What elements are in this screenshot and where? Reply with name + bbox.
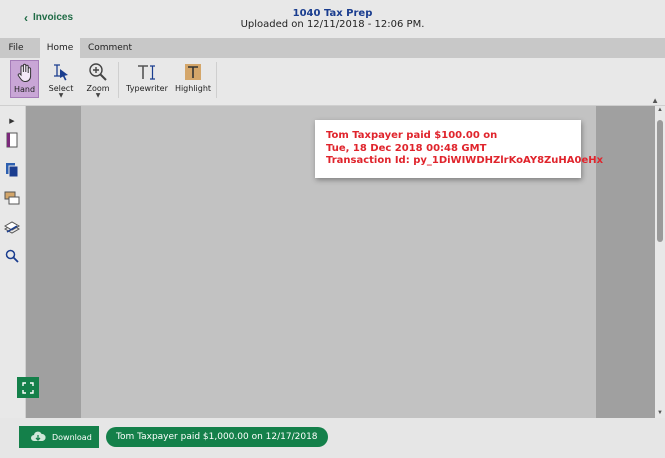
document-subtitle: Uploaded on 12/11/2018 - 12:06 PM. xyxy=(240,19,425,30)
zoom-dropdown-caret-icon: ▼ xyxy=(95,92,101,99)
cloud-download-icon xyxy=(31,431,46,441)
ribbon-toolbar: Hand Select ▼ Zoom ▼ Typewriter Highligh… xyxy=(0,58,665,106)
hand-tool-button[interactable]: Hand xyxy=(10,60,39,98)
typewriter-label: Typewriter xyxy=(126,84,168,93)
zoom-icon xyxy=(84,60,112,84)
bottom-action-bar: Download Tom Taxpayer paid $1,000.00 on … xyxy=(0,418,665,458)
highlight-label: Highlight xyxy=(174,84,212,93)
ribbon-divider xyxy=(118,62,119,98)
select-tool-button[interactable]: Select ▼ xyxy=(46,60,76,99)
zoom-tool-button[interactable]: Zoom ▼ xyxy=(84,60,112,99)
select-dropdown-caret-icon: ▼ xyxy=(58,92,64,99)
expand-arrow-icon[interactable]: ▶ xyxy=(4,116,20,126)
pages-icon[interactable] xyxy=(4,132,20,148)
hand-icon xyxy=(11,61,38,85)
scrollbar-thumb[interactable] xyxy=(657,120,663,242)
scroll-down-arrow-icon[interactable]: ▼ xyxy=(655,410,665,416)
search-icon[interactable] xyxy=(4,248,20,264)
download-button[interactable]: Download xyxy=(19,426,99,448)
tab-file[interactable]: File xyxy=(0,38,32,58)
comments-icon[interactable] xyxy=(4,190,20,206)
document-title: 1040 Tax Prep xyxy=(292,8,373,19)
scroll-up-arrow-icon[interactable]: ▲ xyxy=(655,107,665,113)
top-header: ‹ Invoices 1040 Tax Prep Uploaded on 12/… xyxy=(0,0,665,38)
left-tool-rail: ▶ xyxy=(0,106,26,418)
typewriter-tool-button[interactable]: Typewriter xyxy=(124,60,170,98)
payment-receipt-stamp: Tom Taxpayer paid $100.00 on Tue, 18 Dec… xyxy=(315,120,604,178)
highlight-icon xyxy=(174,60,212,84)
receipt-line-1: Tom Taxpayer paid $100.00 on xyxy=(326,130,498,141)
vertical-scrollbar[interactable]: ▲ ▼ xyxy=(655,106,665,418)
receipt-line-3: Transaction Id: py_1DiWIWDHZlrKoAY8ZuHA0… xyxy=(326,155,604,166)
tab-comment[interactable]: Comment xyxy=(84,38,136,58)
tab-home[interactable]: Home xyxy=(40,38,80,58)
highlight-tool-button[interactable]: Highlight xyxy=(174,60,212,98)
layers-icon[interactable] xyxy=(4,220,20,236)
collapse-ribbon-icon[interactable]: ▲ xyxy=(651,96,659,105)
fullscreen-icon xyxy=(22,381,34,394)
download-label: Download xyxy=(52,432,92,442)
typewriter-icon xyxy=(124,60,170,84)
receipt-line-2: Tue, 18 Dec 2018 00:48 GMT xyxy=(326,142,487,154)
select-cursor-icon xyxy=(46,60,76,84)
copy-pages-icon[interactable] xyxy=(4,162,20,178)
ribbon-divider xyxy=(216,62,217,98)
payment-status-badge: Tom Taxpayer paid $1,000.00 on 12/17/201… xyxy=(106,427,328,447)
menu-tabs: File Home Comment xyxy=(0,38,665,58)
fullscreen-button[interactable] xyxy=(17,377,39,398)
hand-label: Hand xyxy=(13,85,36,94)
